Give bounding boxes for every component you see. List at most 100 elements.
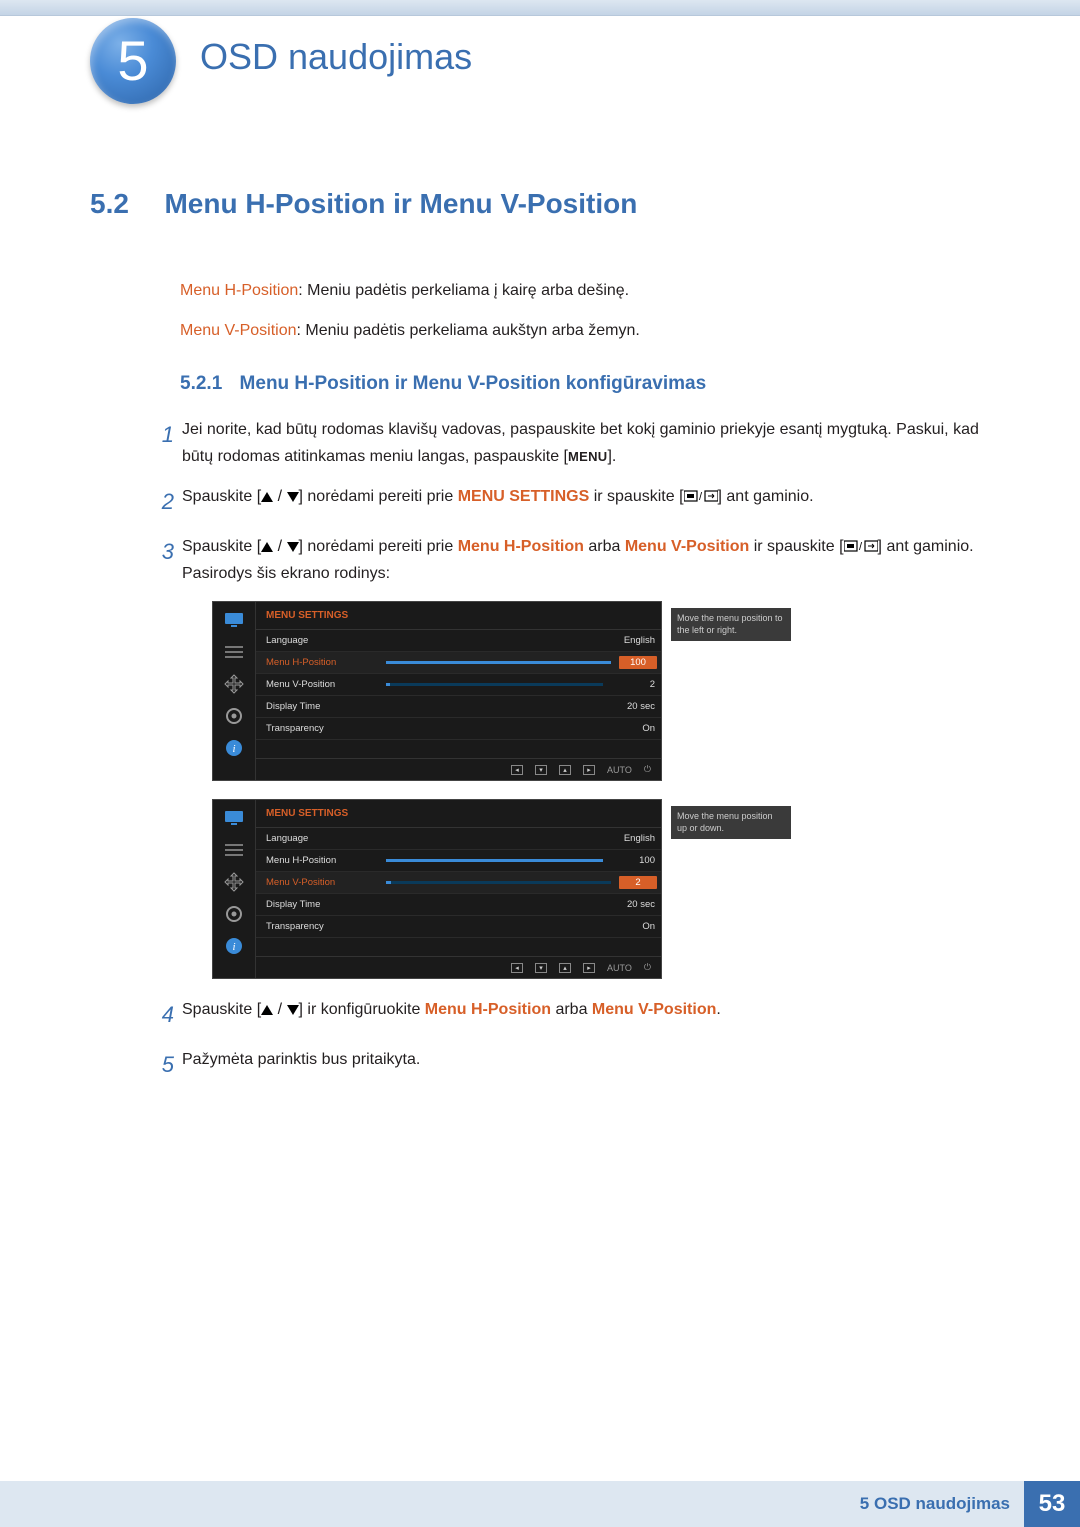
right-button-icon: ▸ (583, 963, 595, 973)
svg-text:/: / (859, 541, 863, 552)
intro-vpos: Menu V-Position: Meniu padėtis perkeliam… (180, 318, 1010, 344)
step-body: Pažymėta parinktis bus pritaikyta. (182, 1047, 1010, 1083)
left-button-icon: ◂ (511, 963, 523, 973)
section-number: 5.2 (90, 188, 160, 220)
osd-item-transparency: TransparencyOn (256, 718, 661, 740)
osd-sidebar: i (213, 602, 255, 780)
slider-fill (386, 661, 611, 664)
slider-track (386, 859, 603, 862)
osd-item-language: LanguageEnglish (256, 630, 661, 652)
osd-panel: Move the menu position up or down. i MEN… (212, 799, 662, 979)
step-number: 1 (154, 417, 182, 470)
down-button-icon: ▾ (535, 765, 547, 775)
menu-settings-accent: MENU SETTINGS (458, 488, 590, 505)
menu-button-label: MENU (568, 449, 607, 464)
move-icon (221, 870, 247, 894)
section-title: Menu H-Position ir Menu V-Position (164, 188, 637, 220)
accent-hpos: Menu H-Position (458, 538, 584, 555)
info-icon: i (221, 736, 247, 760)
step-body: Spauskite [ / ] norėdami pereiti prie Me… (182, 534, 1010, 587)
osd-footer-buttons: ◂ ▾ ▴ ▸ AUTO ⏻ (255, 758, 661, 780)
down-button-icon: ▾ (535, 963, 547, 973)
svg-text:i: i (232, 743, 235, 755)
step-number: 4 (154, 997, 182, 1033)
triangle-down-icon (287, 1005, 299, 1015)
step-body: Jei norite, kad būtų rodomas klavišų vad… (182, 417, 1010, 470)
subsection-number: 5.2.1 (180, 373, 222, 394)
osd-title: MENU SETTINGS (256, 608, 661, 630)
osd-item-vpos: Menu V-Position2 (256, 872, 661, 894)
monitor-icon (221, 806, 247, 830)
accent-vpos: Menu V-Position (625, 538, 749, 555)
enter-switch-icon: / (684, 490, 718, 502)
step-number: 3 (154, 534, 182, 587)
page-footer: 5 OSD naudojimas 53 (0, 1481, 1080, 1527)
osd-item-hpos: Menu H-Position100 (256, 652, 661, 674)
subsection-heading: 5.2.1 Menu H-Position ir Menu V-Position… (180, 373, 1010, 395)
subsection-title: Menu H-Position ir Menu V-Position konfi… (240, 373, 707, 394)
intro-hpos-desc: : Meniu padėtis perkeliama į kairę arba … (298, 282, 629, 299)
intro-vpos-label: Menu V-Position (180, 322, 297, 339)
slider-track (386, 881, 611, 884)
auto-label: AUTO (607, 765, 632, 775)
osd-tooltip: Move the menu position to the left or ri… (671, 608, 791, 641)
osd-sidebar: i (213, 800, 255, 978)
footer-page-number: 53 (1024, 1481, 1080, 1527)
slider-track (386, 683, 603, 686)
triangle-down-icon (287, 542, 299, 552)
osd-item-displaytime: Display Time20 sec (256, 696, 661, 718)
accent-vpos: Menu V-Position (592, 1001, 716, 1018)
footer-chapter-label: 5 OSD naudojimas (860, 1494, 1010, 1514)
steps-list: 1 Jei norite, kad būtų rodomas klavišų v… (90, 417, 1010, 1083)
osd-item-transparency: TransparencyOn (256, 916, 661, 938)
right-button-icon: ▸ (583, 765, 595, 775)
info-icon: i (221, 934, 247, 958)
osd-item-displaytime: Display Time20 sec (256, 894, 661, 916)
step-3: 3 Spauskite [ / ] norėdami pereiti prie … (90, 534, 1010, 587)
step-body: Spauskite [ / ] ir konfigūruokite Menu H… (182, 997, 1010, 1033)
auto-label: AUTO (607, 963, 632, 973)
step-5: 5 Pažymėta parinktis bus pritaikyta. (90, 1047, 1010, 1083)
section-body: 5.2 Menu H-Position ir Menu V-Position M… (90, 188, 1010, 1098)
step-body: Spauskite [ / ] norėdami pereiti prie ME… (182, 484, 1010, 520)
slider-fill (386, 881, 391, 884)
osd-item-language: LanguageEnglish (256, 828, 661, 850)
osd-content: MENU SETTINGS LanguageEnglish Menu H-Pos… (255, 800, 661, 978)
intro-vpos-desc: : Meniu padėtis perkeliama aukštyn arba … (297, 322, 640, 339)
move-icon (221, 672, 247, 696)
step-4: 4 Spauskite [ / ] ir konfigūruokite Menu… (90, 997, 1010, 1033)
intro-block: Menu H-Position: Meniu padėtis perkeliam… (90, 278, 1010, 343)
slider-track (386, 661, 611, 664)
triangle-up-icon (261, 1005, 273, 1015)
list-icon (221, 640, 247, 664)
osd-panel: Move the menu position to the left or ri… (212, 601, 662, 781)
chapter-title: OSD naudojimas (200, 36, 472, 78)
triangle-up-icon (261, 542, 273, 552)
power-icon: ⏻ (644, 962, 651, 973)
chapter-number-badge: 5 (90, 18, 176, 104)
osd-content: MENU SETTINGS LanguageEnglish Menu H-Pos… (255, 602, 661, 780)
intro-hpos: Menu H-Position: Meniu padėtis perkeliam… (180, 278, 1010, 304)
triangle-up-icon (261, 492, 273, 502)
slider-fill (386, 683, 390, 686)
osd-tooltip: Move the menu position up or down. (671, 806, 791, 839)
left-button-icon: ◂ (511, 765, 523, 775)
osd-screenshot-2: Move the menu position up or down. i MEN… (212, 799, 1010, 979)
osd-footer-buttons: ◂ ▾ ▴ ▸ AUTO ⏻ (255, 956, 661, 978)
gear-icon (221, 704, 247, 728)
osd-title: MENU SETTINGS (256, 806, 661, 828)
list-icon (221, 838, 247, 862)
osd-item-hpos: Menu H-Position100 (256, 850, 661, 872)
up-button-icon: ▴ (559, 765, 571, 775)
step-number: 2 (154, 484, 182, 520)
accent-hpos: Menu H-Position (425, 1001, 551, 1018)
triangle-down-icon (287, 492, 299, 502)
step-1: 1 Jei norite, kad būtų rodomas klavišų v… (90, 417, 1010, 470)
power-icon: ⏻ (644, 764, 651, 775)
osd-screenshot-1: Move the menu position to the left or ri… (212, 601, 1010, 781)
step-number: 5 (154, 1047, 182, 1083)
enter-switch-icon: / (844, 540, 878, 552)
step-2: 2 Spauskite [ / ] norėdami pereiti prie … (90, 484, 1010, 520)
svg-text:/: / (699, 491, 703, 502)
up-button-icon: ▴ (559, 963, 571, 973)
